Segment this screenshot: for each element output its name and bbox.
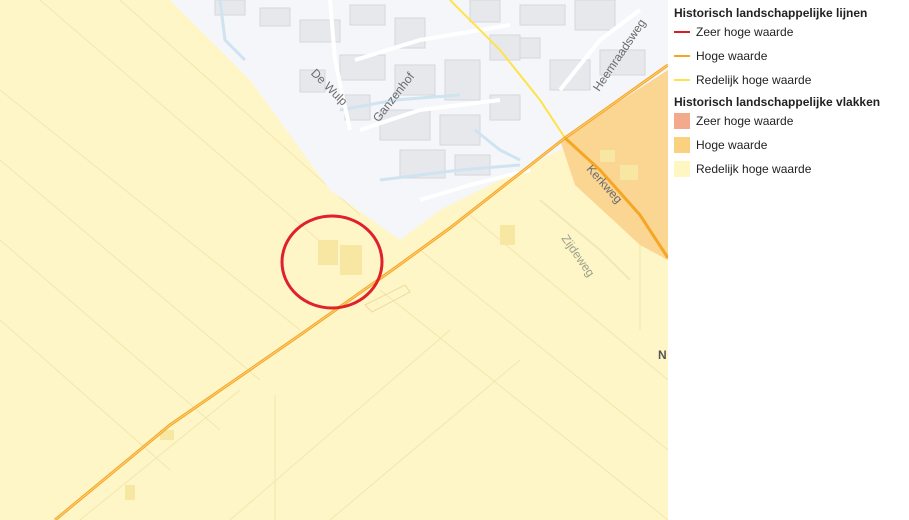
legend-line-swatch <box>674 79 690 81</box>
legend-area-label: Zeer hoge waarde <box>696 114 794 128</box>
legend-line-swatch <box>674 31 690 33</box>
legend-line-item: Hoge waarde <box>674 47 767 65</box>
legend-area-label: Redelijk hoge waarde <box>696 162 812 176</box>
street-label-edge-letter: N <box>658 348 667 362</box>
legend-line-item: Redelijk hoge waarde <box>674 71 811 89</box>
legend-lines-title: Historisch landschappelijke lijnen <box>674 6 868 20</box>
legend-area-swatch <box>674 137 690 153</box>
legend-panel: Historisch landschappelijke lijnen Zeer … <box>668 0 909 520</box>
map-view[interactable]: De Wulp Ganzenhof Heemraadsweg Kerkweg Z… <box>0 0 668 520</box>
legend-area-swatch <box>674 161 690 177</box>
legend-line-label: Redelijk hoge waarde <box>696 73 812 87</box>
legend-area-swatch <box>674 113 690 129</box>
legend-areas-title: Historisch landschappelijke vlakken <box>674 95 881 109</box>
legend-line-swatch <box>674 55 690 57</box>
legend-area-item: Redelijk hoge waarde <box>674 160 811 178</box>
legend-area-label: Hoge waarde <box>696 138 768 152</box>
legend-line-label: Zeer hoge waarde <box>696 25 794 39</box>
legend-line-item: Zeer hoge waarde <box>674 23 793 41</box>
legend-line-label: Hoge waarde <box>696 49 768 63</box>
map-canvas[interactable] <box>0 0 668 520</box>
legend-area-item: Hoge waarde <box>674 136 767 154</box>
legend-area-item: Zeer hoge waarde <box>674 112 793 130</box>
